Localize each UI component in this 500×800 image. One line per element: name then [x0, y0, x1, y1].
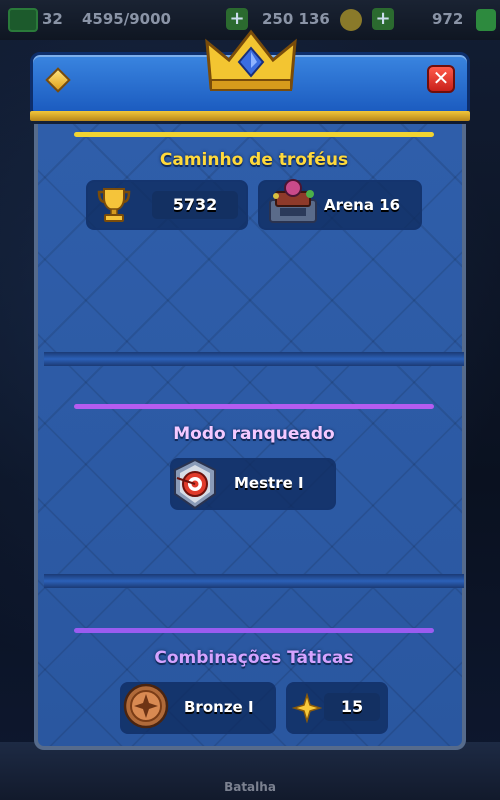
arena-name: Arena 16	[324, 196, 401, 214]
arena-icon	[269, 179, 317, 223]
ranked-mode-section[interactable]: Modo ranqueado Mestre I	[44, 366, 464, 574]
gold-coin-icon	[340, 9, 362, 31]
player-level: 32	[42, 10, 63, 28]
tactics-section[interactable]: Combinações Táticas Bronze I 15	[44, 588, 464, 738]
gem-icon	[476, 9, 496, 31]
gem-amount: 972	[432, 10, 464, 28]
diamond-icon	[45, 67, 71, 93]
bronze-star-badge-icon	[123, 683, 169, 729]
gold-amount: 250 136	[262, 10, 330, 28]
experience-icon	[8, 8, 38, 32]
trophy-road-section[interactable]: Caminho de troféus 5732 Arena 16	[44, 124, 464, 352]
ranked-accent-line	[74, 404, 434, 409]
arena-pill: Arena 16	[258, 179, 422, 230]
crown-icon	[205, 29, 297, 91]
ranked-mode-title: Modo ranqueado	[173, 424, 335, 444]
experience-progress: 4595/9000	[82, 10, 171, 28]
ranked-rank-pill: Mestre I	[170, 458, 336, 510]
tactics-title: Combinações Táticas	[154, 648, 354, 668]
section-divider	[44, 352, 464, 366]
add-gems-button[interactable]: +	[372, 8, 394, 30]
profile-ranks-modal: ✕ Caminho de troféus 5732 Arena 16 Modo …	[30, 29, 470, 752]
tactics-accent-line	[74, 628, 434, 633]
trophy-road-title: Caminho de troféus	[159, 150, 349, 170]
tactics-stars: 15	[324, 693, 380, 721]
ranked-rank: Mestre I	[234, 474, 304, 492]
trophy-count-pill: 5732	[86, 180, 248, 230]
tab-battle[interactable]: Batalha	[200, 780, 300, 794]
tactics-stars-pill: 15	[286, 682, 388, 734]
trophy-count: 5732	[152, 191, 238, 219]
trophy-icon	[97, 188, 131, 222]
section-divider	[44, 574, 464, 588]
tactics-league: Bronze I	[184, 698, 254, 716]
trophy-accent-line	[74, 132, 434, 137]
add-gold-button[interactable]: +	[226, 8, 248, 30]
tactics-league-pill: Bronze I	[120, 682, 276, 734]
close-button[interactable]: ✕	[427, 65, 455, 93]
gold-star-icon	[292, 693, 322, 723]
modal-body: Caminho de troféus 5732 Arena 16 Modo ra…	[34, 124, 466, 750]
target-badge-icon	[174, 458, 216, 510]
